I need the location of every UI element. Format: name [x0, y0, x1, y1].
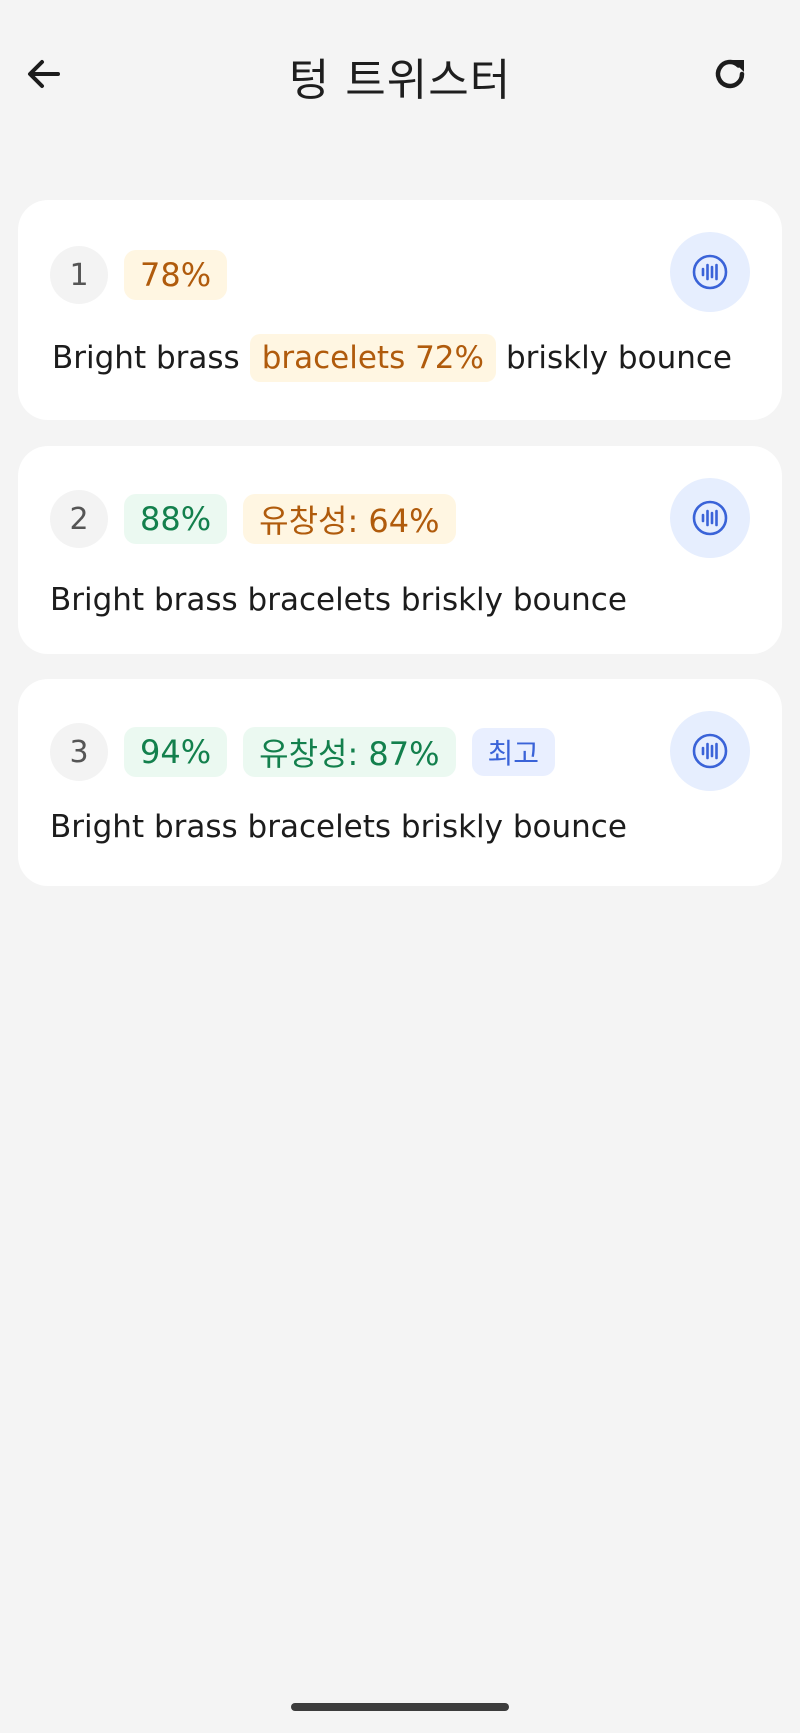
sentence-after: briskly bounce: [505, 340, 732, 376]
refresh-icon: [715, 59, 745, 89]
score-badge: 94%: [124, 727, 228, 777]
attempt-number: 3: [50, 723, 108, 781]
play-audio-button[interactable]: [670, 232, 750, 312]
app-header: 텅 트위스터: [0, 0, 800, 150]
page-title: 텅 트위스터: [288, 55, 512, 106]
tongue-twister-sentence: Bright brass bracelets briskly bounce: [50, 582, 627, 618]
attempt-number: 1: [50, 246, 108, 304]
home-indicator[interactable]: [291, 1703, 509, 1711]
refresh-button[interactable]: [706, 50, 754, 98]
badge-row: 2 88% 유창성: 64%: [50, 490, 456, 548]
attempt-card: 1 78% Bright brass bracelets 72% briskly…: [18, 200, 782, 420]
tongue-twister-sentence: Bright brass bracelets briskly bounce: [50, 809, 627, 845]
fluency-badge: 유창성: 87%: [243, 727, 456, 777]
score-badge: 78%: [124, 250, 228, 300]
audio-waveform-icon: [692, 254, 728, 290]
attempt-card: 2 88% 유창성: 64% Bright brass bracelets br…: [18, 446, 782, 654]
mispronounced-word: bracelets 72%: [249, 334, 496, 382]
fluency-badge: 유창성: 64%: [243, 494, 456, 544]
attempt-card: 3 94% 유창성: 87% 최고 Bright brass bracelets…: [18, 679, 782, 886]
audio-waveform-icon: [692, 500, 728, 536]
audio-waveform-icon: [692, 733, 728, 769]
score-badge: 88%: [124, 494, 228, 544]
sentence-before: Bright brass: [52, 340, 240, 376]
attempt-number: 2: [50, 490, 108, 548]
tongue-twister-sentence: Bright brass bracelets 72% briskly bounc…: [50, 334, 734, 382]
badge-row: 3 94% 유창성: 87% 최고: [50, 723, 556, 781]
best-badge: 최고: [471, 728, 556, 776]
badge-row: 1 78%: [50, 246, 228, 304]
play-audio-button[interactable]: [670, 711, 750, 791]
play-audio-button[interactable]: [670, 478, 750, 558]
